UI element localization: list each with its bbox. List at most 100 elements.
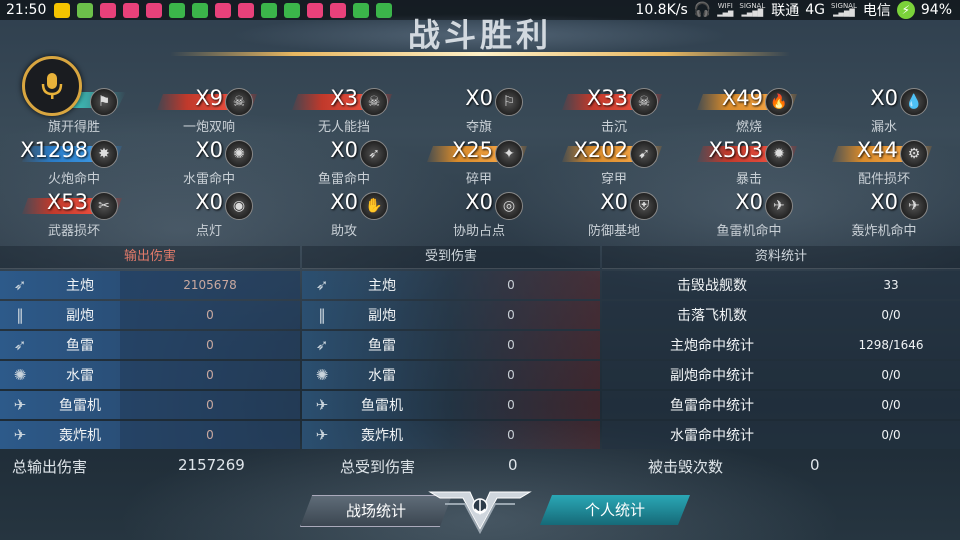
table-row: 水雷命中统计 0/0: [602, 421, 960, 449]
achievement-item: X0 ✈ 轰炸机命中: [824, 190, 944, 240]
achievement-label: 轰炸机命中: [851, 224, 917, 239]
personal-stats-button[interactable]: 个人统计: [540, 495, 690, 525]
battery-icon: ⚡: [896, 1, 915, 19]
signal-icon: SIGNAL ▂▄▆█: [831, 2, 857, 17]
assist-hand-icon: ✋: [360, 192, 388, 220]
achievement-count: X49: [721, 86, 763, 110]
navy-emblem-icon: [428, 491, 532, 534]
achievement-label: 碎甲: [465, 172, 492, 187]
torpedo-plane-icon: ✈: [315, 396, 329, 414]
table-row: ✺ 水雷 0: [302, 361, 600, 389]
mine-icon: ✺: [225, 140, 253, 168]
mine-icon: ✺: [315, 366, 329, 384]
row-value: 1298/1646: [858, 338, 924, 352]
achievement-label: 水雷命中: [182, 172, 235, 187]
triple-skull-icon: ☠: [360, 88, 388, 116]
achievement-count: X1298: [20, 138, 88, 162]
bomber-icon: ✈: [900, 192, 928, 220]
destroyed-count-label: 被击毁次数: [648, 458, 724, 476]
achievement-label: 防御基地: [587, 224, 640, 239]
row-label: 鱼雷命中统计: [670, 398, 754, 414]
achievement-count: X0: [195, 138, 223, 162]
total-output-value: 2157269: [178, 456, 245, 474]
row-label: 轰炸机: [59, 428, 101, 444]
row-value: 0: [507, 278, 515, 292]
table-row: ➶ 主炮 2105678: [0, 271, 300, 299]
row-value: 0: [507, 428, 515, 442]
achievement-label: 漏水: [870, 120, 897, 135]
row-value: 0/0: [881, 428, 901, 442]
row-value: 0: [206, 338, 214, 352]
network-type: 4G: [805, 2, 826, 18]
part-damage-icon: ⚙: [900, 140, 928, 168]
row-label: 鱼雷: [368, 338, 396, 354]
row-label: 副炮: [368, 308, 396, 324]
achievement-item: X49 🔥 燃烧: [689, 86, 809, 136]
achievement-label: 点灯: [195, 224, 222, 239]
row-value: 0: [507, 308, 515, 322]
achievement-count: X0: [330, 190, 358, 214]
achievement-label: 协助占点: [452, 224, 505, 239]
row-value: 0: [206, 428, 214, 442]
achievement-item: X53 ✂ 武器损坏: [14, 190, 134, 240]
flood-icon: 💧: [900, 88, 928, 116]
signal-icon: SIGNAL ▂▄▆█: [739, 2, 766, 17]
total-received-label: 总受到伤害: [340, 458, 416, 476]
torpedo-plane-icon: ✈: [13, 396, 27, 414]
torpedo-icon: ➶: [13, 336, 27, 354]
achievement-label: 穿甲: [600, 172, 627, 187]
achievement-label: 暴击: [735, 172, 762, 187]
bomber-icon: ✈: [315, 426, 329, 444]
torpedo-icon: ➶: [360, 140, 388, 168]
torpedo-icon: ➶: [315, 336, 329, 354]
total-output-label: 总输出伤害: [12, 458, 88, 476]
achievement-item: X0 ◉ 点灯: [149, 190, 269, 240]
achievement-count: X25: [451, 138, 493, 162]
achievement-count: X0: [870, 86, 898, 110]
row-label: 主炮: [368, 278, 396, 294]
table-row: 击落飞机数 0/0: [602, 301, 960, 329]
row-value: 2105678: [183, 278, 237, 292]
received-damage-header: 受到伤害: [302, 246, 600, 269]
row-label: 轰炸机: [361, 428, 403, 444]
app-notification-icon: [215, 2, 232, 18]
achievement-item: X1298 ✸ 火炮命中: [14, 138, 134, 188]
row-value: 0: [507, 368, 515, 382]
row-value: 0: [206, 368, 214, 382]
carrier-2: 电信: [862, 3, 891, 19]
achievement-item: X202 ➹ 穿甲: [554, 138, 674, 188]
bomber-icon: ✈: [13, 426, 27, 444]
achievement-item: X0 ⛨ 防御基地: [554, 190, 674, 240]
achievement-count: X33: [586, 86, 628, 110]
row-value: 0/0: [881, 308, 901, 322]
stats-header: 资料统计: [602, 246, 960, 269]
flag-icon: ⚑: [90, 88, 118, 116]
row-label: 水雷命中统计: [670, 428, 754, 444]
spot-icon: ◉: [225, 192, 253, 220]
row-label: 击毁战舰数: [677, 278, 747, 294]
row-value: 0: [507, 338, 515, 352]
achievement-count: X0: [600, 190, 628, 214]
received-damage-panel: 受到伤害 ➶ 主炮 0 ‖ 副炮 0 ➶ 鱼雷 0 ✺ 水雷 0 ✈ 鱼雷机 0 ✈ 轰炸机 0: [302, 246, 600, 458]
table-row: 副炮命中统计 0/0: [602, 361, 960, 389]
achievement-label: 武器损坏: [47, 224, 100, 239]
mine-icon: ✺: [13, 366, 27, 384]
table-row: ✈ 轰炸机 0: [302, 421, 600, 449]
achievement-item: X0 💧 漏水: [824, 86, 944, 136]
row-value: 0/0: [881, 398, 901, 412]
achievement-count: X202: [573, 138, 628, 162]
row-label: 水雷: [66, 368, 94, 384]
output-damage-panel: 输出伤害 ➶ 主炮 2105678 ‖ 副炮 0 ➶ 鱼雷 0 ✺ 水雷 0 ✈ 鱼雷机 0 ✈ 轰炸机 0: [0, 246, 300, 458]
destroyed-count-value: 0: [810, 456, 820, 474]
row-label: 击落飞机数: [677, 308, 747, 324]
achievement-count: X44: [856, 138, 898, 162]
row-value: 0: [507, 398, 515, 412]
achievement-label: 夺旗: [465, 120, 492, 135]
row-label: 副炮命中统计: [670, 368, 754, 384]
secondary-gun-icon: ‖: [16, 306, 24, 324]
app-notification-icon: [169, 2, 186, 18]
row-label: 鱼雷机: [361, 398, 403, 414]
carrier-1: 联通: [771, 3, 800, 19]
achievement-item: X9 ☠ 一炮双响: [149, 86, 269, 136]
target-icon: ◎: [495, 192, 523, 220]
